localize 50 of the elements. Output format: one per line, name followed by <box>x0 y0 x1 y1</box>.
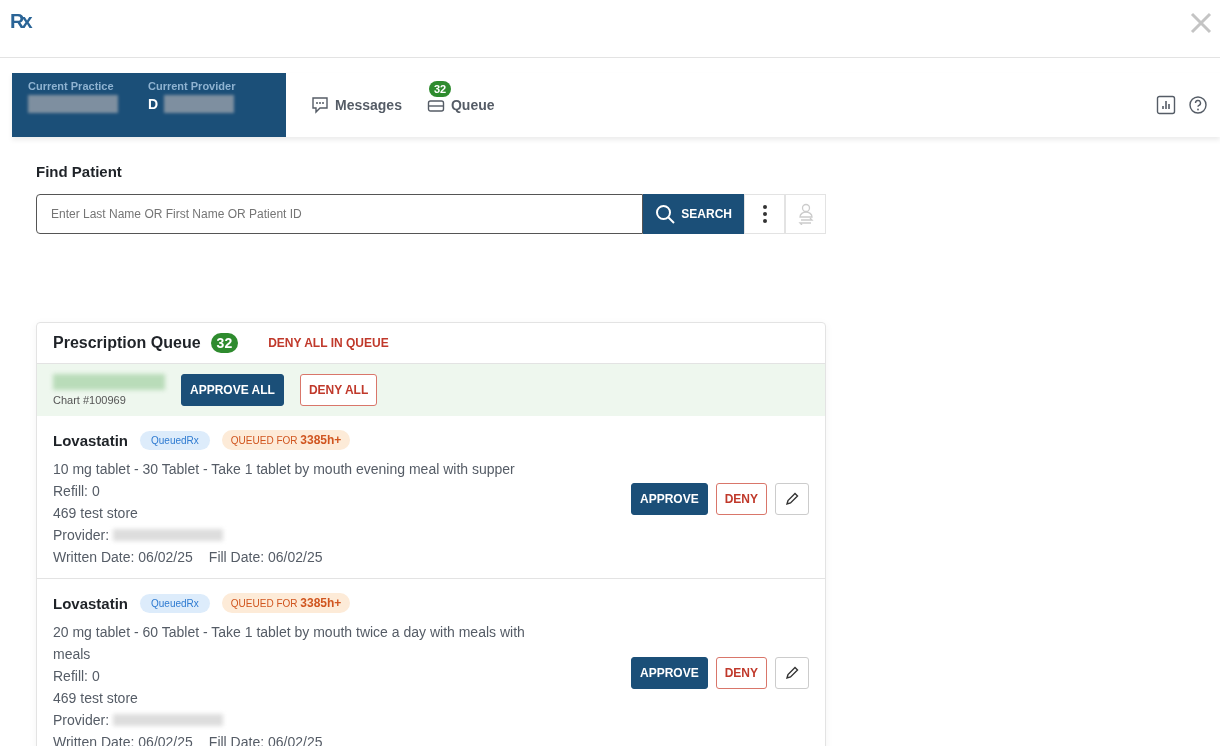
deny-all-button[interactable]: DENY ALL <box>299 374 378 406</box>
provider-initial: D <box>148 96 159 112</box>
deny-button[interactable]: DENY <box>715 657 767 689</box>
more-button[interactable] <box>744 194 785 234</box>
queued-time-tag: QUEUED FOR 3385h+ <box>221 593 351 613</box>
practice-label: Current Practice <box>28 80 115 92</box>
approve-button[interactable]: APPROVE <box>630 483 708 515</box>
queue-tab[interactable]: Queue 32 <box>426 81 495 117</box>
queue-title: Prescription Queue <box>53 334 201 352</box>
prescription-details: 10 mg tablet - 30 Tablet - Take 1 tablet by mouth evening meal with supper <box>53 460 516 479</box>
count-badge: 32 <box>428 81 452 97</box>
drug-name: Lovastatin <box>53 431 128 449</box>
status-tag: QueuedRx <box>140 430 210 450</box>
status-tag: QueuedRx <box>140 593 210 613</box>
patient-switch-button[interactable] <box>785 194 826 234</box>
refill-text: Refill: 0 <box>53 482 101 501</box>
pharmacy-text: 469 test store <box>53 504 139 523</box>
written-date: Written Date: 06/02/25 <box>53 548 193 567</box>
chart-number: Chart #100969 <box>53 394 127 406</box>
section-title: Find Patient <box>36 163 123 180</box>
help-icon[interactable] <box>1188 95 1208 115</box>
fill-date: Fill Date: 06/02/25 <box>208 548 323 567</box>
prescription-details: 20 mg tablet - 60 Tablet - Take 1 tablet by mouth twice a day with meals with meals <box>53 623 526 664</box>
pencil-icon <box>785 492 799 506</box>
drug-name: Lovastatin <box>53 594 128 612</box>
count-badge: 32 <box>210 333 239 353</box>
person-arrows-icon <box>796 203 815 225</box>
approve-button[interactable]: APPROVE <box>630 657 708 689</box>
chart-icon[interactable] <box>1156 95 1176 115</box>
approve-all-button[interactable]: APPROVE ALL <box>181 374 284 406</box>
chat-icon <box>311 96 329 114</box>
provider-label: Current Provider <box>148 80 236 92</box>
search-field[interactable]: Enter Last Name OR First Name OR Patient ID <box>36 194 644 234</box>
pharmacy-text: 469 test store <box>53 689 139 708</box>
queued-time-tag: QUEUED FOR 3385h+ <box>221 430 351 450</box>
edit-button[interactable] <box>775 657 809 689</box>
redacted-text <box>164 95 235 113</box>
provider-label: Provider: <box>53 711 110 730</box>
deny-all-in-queue-link[interactable]: DENY ALL IN QUEUE <box>262 335 395 351</box>
provider-label: Provider: <box>53 526 110 545</box>
edit-button[interactable] <box>775 483 809 515</box>
tray-icon <box>426 97 445 113</box>
app-logo: Rx <box>10 10 30 33</box>
refill-text: Refill: 0 <box>53 667 101 686</box>
messages-tab[interactable]: Messages <box>311 80 402 118</box>
search-icon <box>655 204 676 224</box>
pencil-icon <box>785 666 799 680</box>
kebab-icon <box>762 205 767 223</box>
search-button[interactable]: SEARCH <box>643 194 744 234</box>
deny-button[interactable]: DENY <box>715 483 767 515</box>
